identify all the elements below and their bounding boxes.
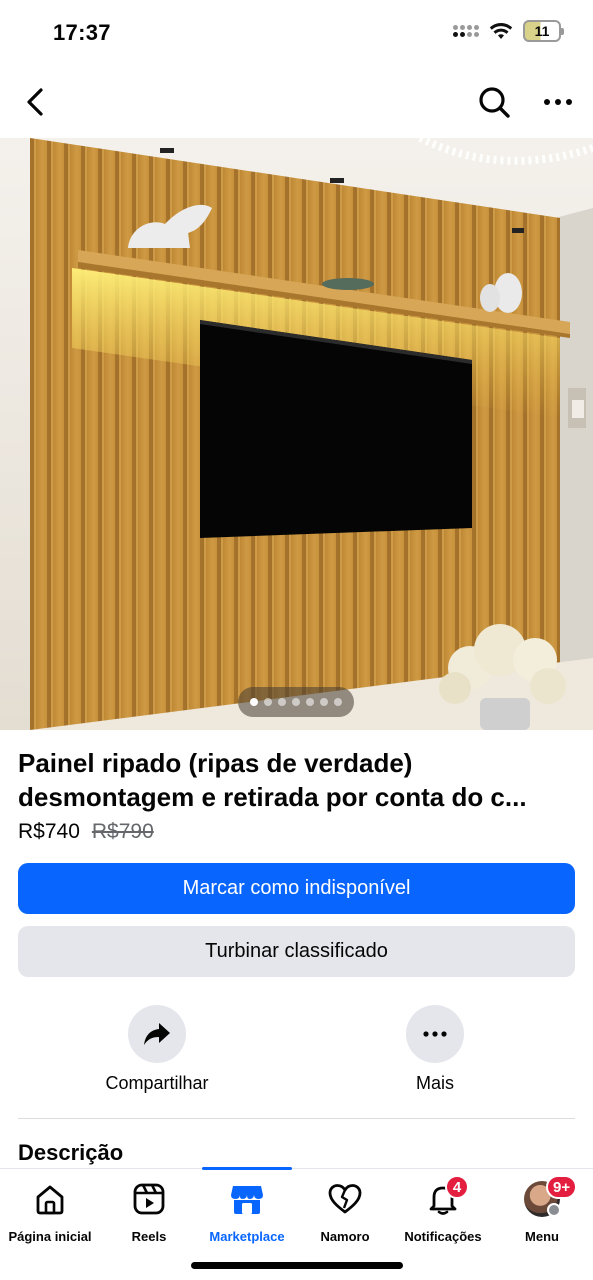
product-photo[interactable] bbox=[0, 138, 593, 730]
tab-label: Marketplace bbox=[209, 1229, 285, 1244]
description-heading: Descrição bbox=[18, 1140, 124, 1165]
reels-icon bbox=[133, 1183, 165, 1215]
wifi-icon bbox=[489, 23, 513, 39]
share-button[interactable] bbox=[128, 1005, 186, 1063]
divider bbox=[18, 1118, 575, 1119]
pagination-dot bbox=[278, 698, 286, 706]
more-horizontal-icon bbox=[423, 1031, 447, 1037]
listing-title-line[interactable]: desmontagem e retirada por conta do c... bbox=[18, 780, 578, 814]
more-horizontal-icon[interactable] bbox=[538, 82, 578, 122]
tab-dating[interactable]: Namoro bbox=[295, 1179, 395, 1244]
cellular-signal-icon bbox=[453, 25, 479, 37]
tab-label: Notificações bbox=[404, 1229, 482, 1244]
pagination-dot bbox=[334, 698, 342, 706]
tab-label: Página inicial bbox=[8, 1229, 92, 1244]
share-label: Compartilhar bbox=[105, 1073, 209, 1093]
tab-notifications[interactable]: 4 Notificações bbox=[393, 1175, 493, 1244]
share-arrow-icon bbox=[144, 1023, 170, 1045]
tab-marketplace[interactable]: Marketplace bbox=[197, 1179, 297, 1244]
price-row: R$740 R$790 bbox=[18, 820, 154, 844]
tab-label: Namoro bbox=[320, 1229, 370, 1244]
dating-heart-icon bbox=[328, 1184, 362, 1214]
product-photo-illustration bbox=[0, 138, 593, 730]
chevron-left-icon[interactable] bbox=[18, 82, 54, 122]
active-tab-indicator bbox=[202, 1167, 292, 1170]
menu-mini-icon bbox=[547, 1203, 561, 1217]
pagination-dot bbox=[320, 698, 328, 706]
more-action[interactable]: Mais bbox=[355, 1005, 515, 1094]
pagination-dot bbox=[264, 698, 272, 706]
more-button[interactable] bbox=[406, 1005, 464, 1063]
home-indicator bbox=[191, 1262, 403, 1269]
boost-listing-button[interactable]: Turbinar classificado bbox=[18, 926, 575, 977]
search-icon[interactable] bbox=[474, 82, 514, 122]
menu-badge: 9+ bbox=[546, 1175, 578, 1199]
top-nav bbox=[0, 66, 593, 138]
pagination-dot bbox=[306, 698, 314, 706]
more-label: Mais bbox=[415, 1073, 454, 1093]
old-price: R$790 bbox=[91, 820, 154, 843]
tab-label: Reels bbox=[131, 1229, 167, 1244]
status-bar: 17:37 11 bbox=[0, 0, 593, 66]
pagination-dot bbox=[292, 698, 300, 706]
pagination-dot bbox=[250, 698, 258, 706]
notification-badge: 4 bbox=[445, 1175, 469, 1199]
current-price: R$740 bbox=[18, 820, 80, 843]
home-icon bbox=[36, 1185, 64, 1215]
tab-home[interactable]: Página inicial bbox=[0, 1179, 100, 1244]
share-action[interactable]: Compartilhar bbox=[77, 1005, 237, 1094]
tab-label: Menu bbox=[525, 1229, 559, 1244]
battery-icon: 11 bbox=[523, 20, 564, 42]
status-indicators: 11 bbox=[453, 20, 564, 42]
image-pagination-dots[interactable] bbox=[238, 687, 354, 717]
listing-title: Painel ripado (ripas de verdade) desmont… bbox=[18, 746, 578, 814]
listing-title-line: Painel ripado (ripas de verdade) bbox=[18, 748, 413, 778]
tab-reels[interactable]: Reels bbox=[99, 1179, 199, 1244]
marketplace-icon bbox=[231, 1186, 263, 1214]
status-time: 17:37 bbox=[53, 20, 111, 45]
mark-unavailable-button[interactable]: Marcar como indisponível bbox=[18, 863, 575, 914]
tab-menu[interactable]: 9+ Menu bbox=[492, 1175, 592, 1244]
